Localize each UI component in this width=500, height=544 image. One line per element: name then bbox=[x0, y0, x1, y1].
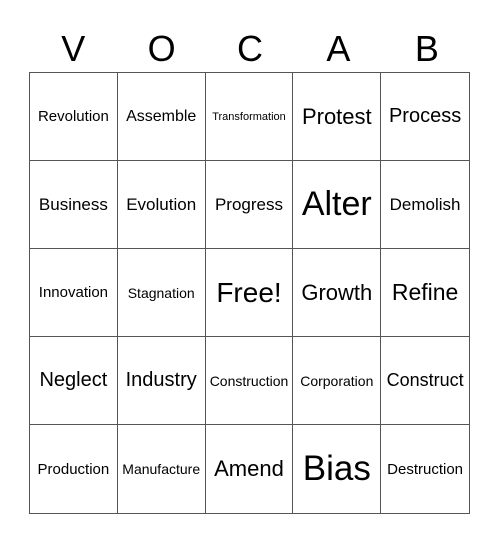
bingo-cell[interactable]: Business bbox=[30, 161, 118, 249]
bingo-cell[interactable]: Industry bbox=[117, 337, 206, 425]
header-letter: O bbox=[147, 28, 176, 69]
bingo-cell[interactable]: Production bbox=[30, 425, 118, 513]
bingo-cell[interactable]: Innovation bbox=[30, 249, 118, 337]
bingo-cell[interactable]: Transformation bbox=[205, 73, 294, 161]
header-letter: B bbox=[414, 28, 439, 69]
bingo-cell[interactable]: Demolish bbox=[381, 161, 469, 249]
free-space[interactable]: Free! bbox=[205, 249, 294, 337]
bingo-cell[interactable]: Neglect bbox=[30, 337, 118, 425]
bingo-cell[interactable]: Stagnation bbox=[117, 249, 206, 337]
bingo-cell[interactable]: Protest bbox=[293, 73, 382, 161]
bingo-cell[interactable]: Destruction bbox=[381, 425, 469, 513]
bingo-cell[interactable]: Alter bbox=[293, 161, 382, 249]
bingo-grid: Revolution Assemble Transformation Prote… bbox=[29, 72, 470, 514]
bingo-cell[interactable]: Evolution bbox=[117, 161, 206, 249]
bingo-cell[interactable]: Revolution bbox=[30, 73, 118, 161]
bingo-cell[interactable]: Corporation bbox=[293, 337, 382, 425]
bingo-cell[interactable]: Construction bbox=[205, 337, 294, 425]
bingo-cell[interactable]: Bias bbox=[293, 425, 382, 513]
bingo-cell[interactable]: Assemble bbox=[117, 73, 206, 161]
bingo-cell[interactable]: Process bbox=[381, 73, 469, 161]
header-letter: C bbox=[237, 28, 264, 69]
header-letter: V bbox=[61, 28, 86, 69]
bingo-cell[interactable]: Manufacture bbox=[118, 425, 206, 513]
bingo-cell[interactable]: Growth bbox=[293, 249, 382, 337]
bingo-header: V O C A B bbox=[29, 26, 471, 72]
header-letter: A bbox=[326, 28, 351, 69]
bingo-cell[interactable]: Refine bbox=[381, 249, 469, 337]
bingo-cell[interactable]: Amend bbox=[206, 425, 294, 513]
bingo-cell[interactable]: Construct bbox=[381, 337, 469, 425]
bingo-cell[interactable]: Progress bbox=[205, 161, 294, 249]
